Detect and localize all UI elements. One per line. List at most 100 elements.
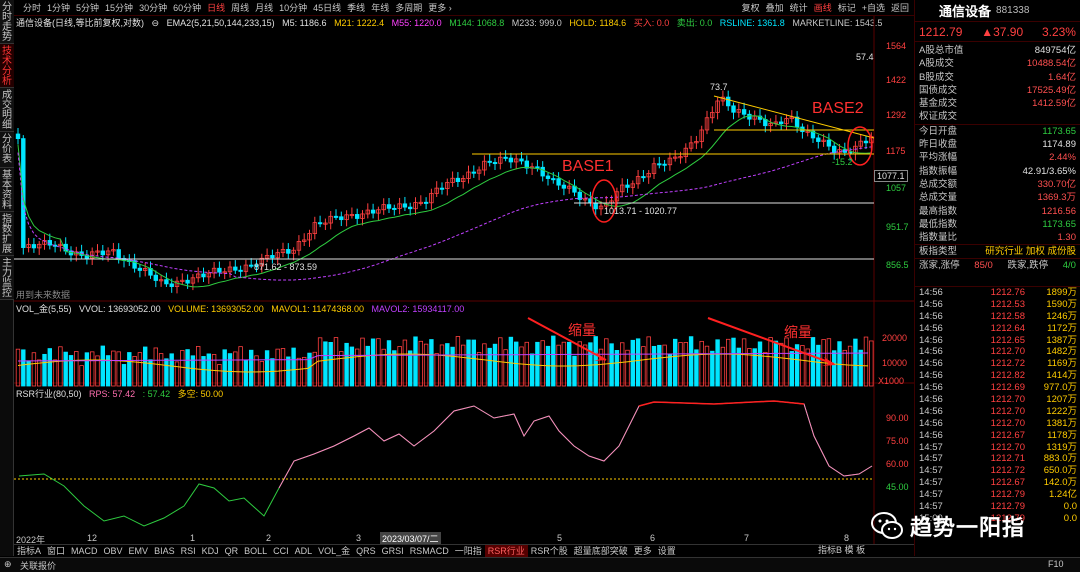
tab-price-table[interactable]: 分价表 bbox=[0, 132, 14, 168]
tab-intraday[interactable]: 分时走势 bbox=[0, 0, 14, 44]
candle bbox=[386, 204, 392, 209]
candle bbox=[286, 249, 291, 254]
template-tab[interactable]: 模 bbox=[845, 545, 854, 555]
period-multi[interactable]: 多周期 bbox=[392, 0, 425, 16]
tab-technical[interactable]: 技术分析 bbox=[0, 44, 14, 88]
ind-tab[interactable]: BIAS bbox=[151, 545, 178, 557]
toolbar-stats[interactable]: 统计 bbox=[787, 0, 811, 16]
period-60m[interactable]: 60分钟 bbox=[170, 0, 204, 16]
volume-bar bbox=[768, 337, 773, 387]
status-bar: ⊕ 关联报价 F10 bbox=[0, 557, 1080, 572]
ind-tab[interactable]: RSI bbox=[178, 545, 199, 557]
volume-bar bbox=[52, 359, 58, 387]
tab-monitor[interactable]: 主力监控 bbox=[0, 256, 14, 300]
ind-tab[interactable]: CCI bbox=[270, 545, 292, 557]
ind-tab[interactable]: VOL_金 bbox=[315, 545, 353, 557]
stat-row: 最高指数 1216.56 bbox=[919, 205, 1076, 217]
period-week[interactable]: 周线 bbox=[228, 0, 252, 16]
candle bbox=[545, 175, 551, 179]
volume-bar bbox=[593, 336, 598, 387]
toolbar-add-watch[interactable]: +自选 bbox=[859, 0, 888, 16]
ind-tab[interactable]: OBV bbox=[101, 545, 126, 557]
status-f10[interactable]: F10 bbox=[1048, 559, 1064, 569]
label-low1: 1013.71 - 1020.77 bbox=[604, 206, 678, 216]
ind-tab[interactable]: 一阳指 bbox=[452, 545, 485, 557]
toolbar-draw[interactable]: 画线 bbox=[811, 0, 835, 16]
period-1m[interactable]: 1分钟 bbox=[44, 0, 73, 16]
ind-tab[interactable]: QRS bbox=[353, 545, 379, 557]
volume-bar bbox=[551, 335, 556, 387]
period-day[interactable]: 日线 bbox=[204, 0, 228, 16]
ind-tab[interactable]: MACD bbox=[68, 545, 101, 557]
tick-list[interactable]: 14:56 1212.76 1899万 14:56 1212.53 1590万 14:56 1… bbox=[915, 286, 1080, 525]
volume-bar bbox=[609, 343, 614, 387]
period-quarter[interactable]: 季线 bbox=[344, 0, 368, 16]
ind-tab[interactable]: 窗口 bbox=[44, 545, 68, 557]
ind-tab[interactable]: GRSI bbox=[379, 545, 407, 557]
tick-row: 14:56 1212.70 1482万 bbox=[919, 346, 1077, 358]
volume-bar bbox=[15, 348, 21, 387]
volume-bar bbox=[280, 348, 286, 387]
ind-tab[interactable]: BOLL bbox=[241, 545, 270, 557]
axis-price-4: 1057 bbox=[886, 183, 907, 193]
tab-index-ext[interactable]: 指数扩展 bbox=[0, 212, 14, 256]
period-tick[interactable]: 分时 bbox=[20, 0, 44, 16]
board-tab[interactable]: 板 bbox=[856, 545, 865, 555]
candle bbox=[407, 206, 413, 210]
status-left[interactable]: 关联报价 bbox=[20, 559, 56, 572]
ind-tab[interactable]: 指标A bbox=[14, 545, 44, 557]
ind-tab[interactable]: ADL bbox=[292, 545, 316, 557]
volume-bar bbox=[429, 339, 434, 387]
axis-date-1: 12 bbox=[87, 533, 98, 543]
ind-tab[interactable]: RSR个股 bbox=[528, 545, 571, 557]
candle bbox=[731, 105, 736, 113]
volume-bar bbox=[31, 352, 37, 387]
toolbar-overlay[interactable]: 叠加 bbox=[763, 0, 787, 16]
label-shrink-1: 缩量 bbox=[568, 322, 596, 338]
period-10m[interactable]: 10分钟 bbox=[276, 0, 310, 16]
ind-tab[interactable]: EMV bbox=[126, 545, 152, 557]
toolbar-back[interactable]: 返回 bbox=[888, 0, 912, 16]
stat-row: 指数振幅 42.91/3.65% bbox=[919, 165, 1076, 177]
tick-row: 14:57 1212.79 1.24亿 bbox=[919, 489, 1077, 501]
volume-bar bbox=[816, 344, 821, 387]
volume-bar bbox=[657, 344, 662, 387]
volume-bar bbox=[567, 341, 572, 387]
period-year[interactable]: 年线 bbox=[368, 0, 392, 16]
tab-profile[interactable]: 基本资料 bbox=[0, 168, 14, 212]
ind-tab[interactable]: 设置 bbox=[655, 545, 679, 557]
ind-tab[interactable]: KDJ bbox=[199, 545, 222, 557]
volume-bar bbox=[779, 342, 784, 387]
volume-bar bbox=[116, 351, 121, 387]
ind-tab[interactable]: RSMACD bbox=[407, 545, 452, 557]
toolbar-adjust[interactable]: 复权 bbox=[739, 0, 763, 16]
chart-canvas[interactable] bbox=[14, 16, 914, 544]
ind-tab-selected[interactable]: RSR行业 bbox=[484, 545, 528, 557]
volume-bar bbox=[63, 351, 68, 387]
period-5m[interactable]: 5分钟 bbox=[73, 0, 102, 16]
volume-bar bbox=[233, 351, 238, 387]
period-month[interactable]: 月线 bbox=[252, 0, 276, 16]
volume-bar bbox=[259, 361, 264, 387]
ind-tab[interactable]: 超量底部突破 bbox=[571, 545, 631, 557]
candle bbox=[423, 201, 429, 204]
period-more[interactable]: 更多 › bbox=[425, 0, 455, 16]
volume-bar bbox=[238, 346, 243, 387]
tab-trades[interactable]: 成交明细 bbox=[0, 88, 14, 132]
toolbar-mark[interactable]: 标记 bbox=[835, 0, 859, 16]
ind-b-tab[interactable]: 指标B bbox=[818, 545, 842, 555]
ind-tab[interactable]: QR bbox=[222, 545, 242, 557]
volume-bar bbox=[646, 336, 651, 387]
volume-bar bbox=[169, 353, 174, 387]
rsr-line bbox=[18, 400, 873, 527]
volume-bar bbox=[158, 353, 164, 387]
period-30m[interactable]: 30分钟 bbox=[136, 0, 170, 16]
period-15m[interactable]: 15分钟 bbox=[102, 0, 136, 16]
board-type-row: 板指类型 研究行业 加权 成份股 bbox=[915, 244, 1080, 257]
status-icon[interactable]: ⊕ bbox=[4, 559, 12, 570]
candle bbox=[741, 109, 747, 115]
axis-rsr-3: 45.00 bbox=[886, 482, 909, 492]
period-45d[interactable]: 45日线 bbox=[310, 0, 344, 16]
volume-bar bbox=[572, 355, 577, 387]
ind-tab[interactable]: 更多 bbox=[631, 545, 655, 557]
